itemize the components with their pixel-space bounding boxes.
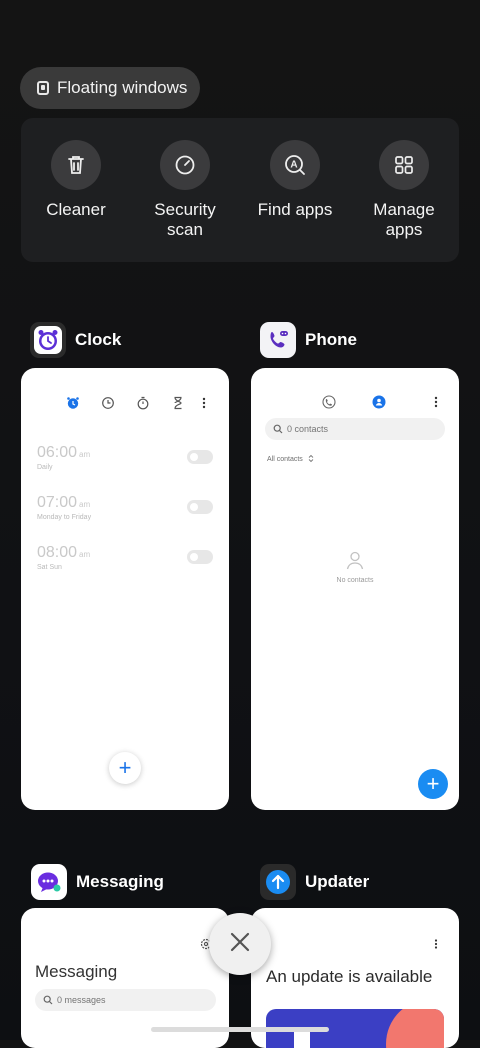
close-all-button[interactable] <box>209 913 271 975</box>
search-icon <box>273 424 283 436</box>
updater-app-header[interactable]: Updater <box>260 864 369 900</box>
find-apps-icon: A <box>270 140 320 190</box>
messaging-app-title: Messaging <box>76 872 164 891</box>
more-options-icon[interactable] <box>201 396 207 415</box>
alarm-toggle[interactable] <box>187 500 213 514</box>
home-indicator-bar[interactable] <box>151 1027 329 1032</box>
alarm-ampm: am <box>79 550 91 559</box>
security-scan-icon <box>160 140 210 190</box>
clock-app-title: Clock <box>75 330 122 349</box>
close-icon <box>229 931 251 958</box>
cleaner-label: Cleaner <box>46 200 106 219</box>
messages-search-field[interactable]: 0 messages <box>35 989 216 1011</box>
alarm-toggle[interactable] <box>187 550 213 564</box>
floating-windows-label: Floating windows <box>57 78 188 97</box>
quick-tools-panel: Cleaner Security scan A Find apps Manage a… <box>21 118 459 262</box>
empty-contact-icon <box>345 550 365 575</box>
alarm-ampm: am <box>79 500 91 509</box>
security-scan-label: Security scan <box>154 200 216 239</box>
contacts-filter-dropdown[interactable]: All contacts <box>267 454 314 465</box>
phone-app-card[interactable]: 0 contacts All contacts No contacts + <box>251 368 459 810</box>
alarm-time: 07:00 <box>37 494 78 511</box>
clock-tab-bar <box>21 396 229 410</box>
floating-window-icon <box>37 81 49 95</box>
contacts-search-field[interactable]: 0 contacts <box>265 418 445 440</box>
more-options-icon[interactable] <box>433 937 439 955</box>
update-headline: An update is available <box>266 967 433 986</box>
filter-label: All contacts <box>267 456 303 463</box>
find-apps-button[interactable]: A Find apps <box>240 140 350 220</box>
updater-app-title: Updater <box>305 872 370 891</box>
alarm-item[interactable]: 08:00 am Sat Sun <box>37 544 213 584</box>
empty-state-text: No contacts <box>336 577 374 584</box>
stopwatch-tab-icon[interactable] <box>136 396 150 415</box>
phone-app-header[interactable]: Phone <box>260 322 357 358</box>
add-alarm-button[interactable]: + <box>109 752 141 784</box>
messaging-header-title: Messaging <box>35 962 118 981</box>
manage-apps-button[interactable]: Manage apps <box>349 140 459 240</box>
search-icon <box>43 995 53 1007</box>
manage-apps-label: Manage apps <box>373 200 435 239</box>
messaging-app-icon <box>31 864 67 900</box>
find-apps-label: Find apps <box>257 200 333 219</box>
updater-app-icon <box>260 864 296 900</box>
security-scan-button[interactable]: Security scan <box>130 140 240 240</box>
call-log-tab-icon[interactable] <box>322 395 336 414</box>
cleaner-button[interactable]: Cleaner <box>21 140 131 220</box>
phone-app-title: Phone <box>305 330 357 349</box>
clock-app-icon <box>30 322 66 358</box>
alarm-time: 06:00 <box>37 444 78 461</box>
clock-app-header[interactable]: Clock <box>30 322 121 358</box>
clock-app-card[interactable]: 06:00 am Daily 07:00 am Monday to Friday 0… <box>21 368 229 810</box>
more-options-icon[interactable] <box>433 395 439 414</box>
phone-app-icon <box>260 322 296 358</box>
world-clock-tab-icon[interactable] <box>101 396 115 415</box>
alarm-ampm: am <box>79 450 91 459</box>
alarm-repeat: Monday to Friday <box>37 514 92 521</box>
manage-apps-icon <box>379 140 429 190</box>
timer-tab-icon[interactable] <box>171 396 185 415</box>
trash-icon <box>51 140 101 190</box>
add-contact-button[interactable]: + <box>418 769 448 799</box>
alarm-time: 08:00 <box>37 544 78 561</box>
alarm-item[interactable]: 07:00 am Monday to Friday <box>37 494 213 534</box>
svg-text:A: A <box>290 160 297 171</box>
sort-arrows-icon <box>308 454 314 465</box>
alarm-item[interactable]: 06:00 am Daily <box>37 444 213 484</box>
alarm-repeat: Daily <box>37 464 53 471</box>
contacts-tab-icon[interactable] <box>372 395 386 414</box>
floating-windows-button[interactable]: Floating windows <box>20 67 200 109</box>
alarm-repeat: Sat Sun <box>37 564 62 571</box>
alarm-tab-icon[interactable] <box>66 396 80 415</box>
alarm-toggle[interactable] <box>187 450 213 464</box>
messaging-app-header[interactable]: Messaging <box>31 864 164 900</box>
search-placeholder: 0 messages <box>57 995 106 1005</box>
search-placeholder: 0 contacts <box>287 424 329 434</box>
